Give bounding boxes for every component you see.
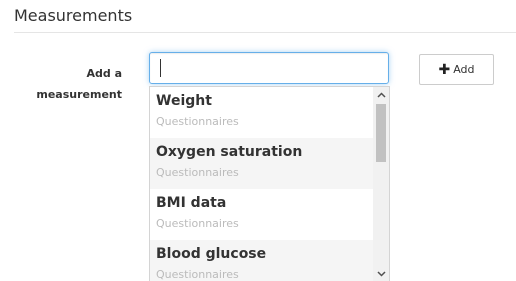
suggestion-category: Questionnaires xyxy=(156,217,239,230)
section-title: Measurements xyxy=(14,6,133,25)
label-line-2: measurement xyxy=(36,88,122,101)
suggestion-item-bmi-data[interactable]: BMI data Questionnaires xyxy=(150,189,374,240)
suggestion-category: Questionnaires xyxy=(156,268,239,281)
suggestion-name: Blood glucose xyxy=(156,246,267,262)
add-measurement-label: Add a measurement xyxy=(26,63,122,105)
suggestion-category: Questionnaires xyxy=(156,166,239,179)
suggestion-name: Weight xyxy=(156,93,212,109)
label-line-1: Add a xyxy=(86,67,122,80)
add-button[interactable]: ✚ Add xyxy=(419,54,494,85)
chevron-down-icon[interactable] xyxy=(373,266,389,281)
scrollbar-thumb[interactable] xyxy=(376,104,386,162)
section-divider xyxy=(14,32,516,33)
suggestion-name: BMI data xyxy=(156,195,227,211)
suggestion-category: Questionnaires xyxy=(156,115,239,128)
suggestion-item-blood-glucose[interactable]: Blood glucose Questionnaires xyxy=(150,240,374,281)
suggestion-name: Oxygen saturation xyxy=(156,144,303,160)
measurement-suggestions-dropdown: Weight Questionnaires Oxygen saturation … xyxy=(149,86,390,281)
add-button-label: Add xyxy=(453,63,475,76)
plus-icon: ✚ xyxy=(438,61,451,78)
suggestion-item-weight[interactable]: Weight Questionnaires xyxy=(150,87,374,138)
text-caret xyxy=(160,59,161,77)
suggestion-item-oxygen-saturation[interactable]: Oxygen saturation Questionnaires xyxy=(150,138,374,189)
dropdown-scrollbar[interactable] xyxy=(373,87,389,281)
measurements-panel: Measurements Add a measurement ✚ Add Wei… xyxy=(0,0,516,281)
chevron-up-icon[interactable] xyxy=(373,87,389,103)
measurement-search-input[interactable] xyxy=(149,52,389,84)
suggestions-list: Weight Questionnaires Oxygen saturation … xyxy=(150,87,374,281)
